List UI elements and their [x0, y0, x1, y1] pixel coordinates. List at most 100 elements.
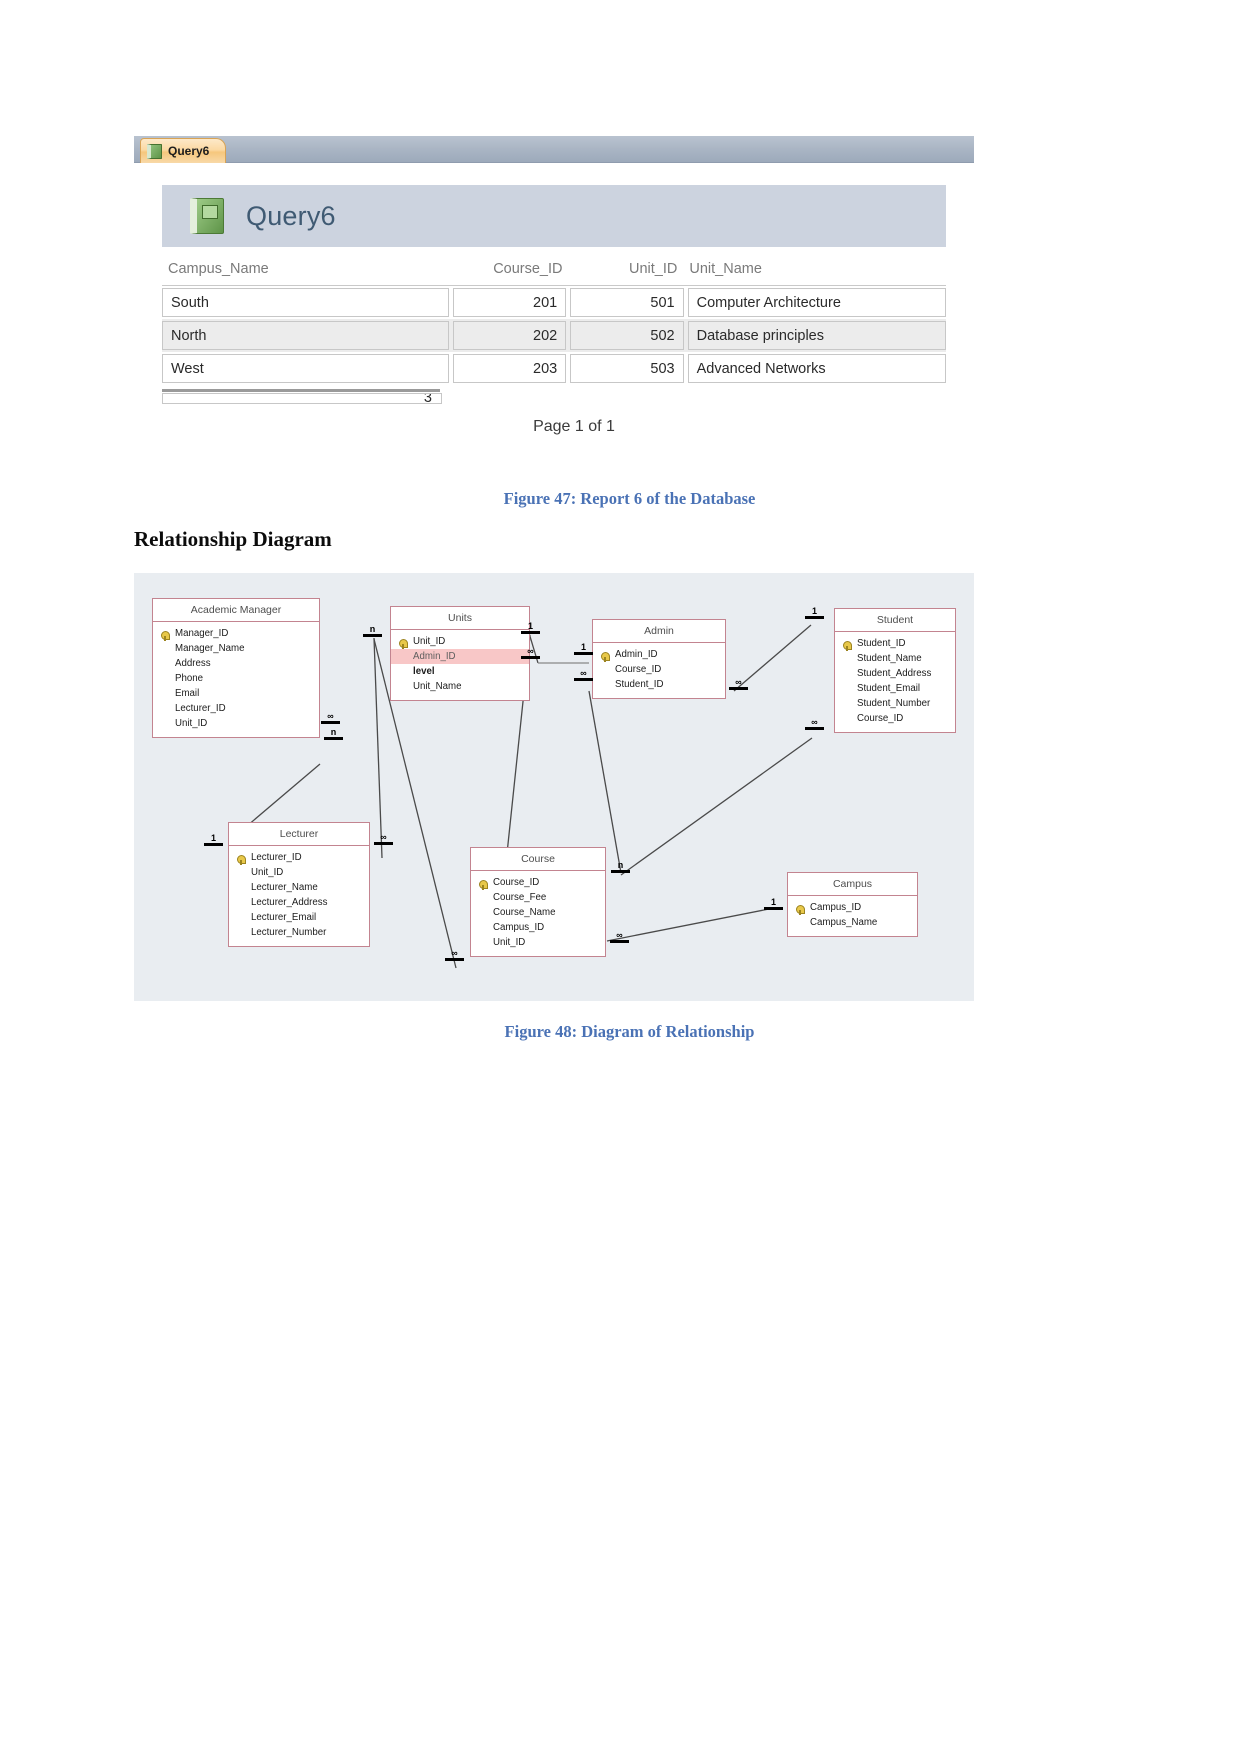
entity-fields: Manager_ID Manager_Name Address Phone Em…: [153, 622, 319, 737]
cell-campus-name: North: [162, 321, 449, 350]
entity-title: Student: [835, 609, 955, 632]
cardinality-course-top-n: n: [611, 861, 630, 873]
cardinality-manager-n: n: [324, 728, 343, 740]
cell-unit-id: 501: [570, 288, 684, 317]
entity-title: Academic Manager: [153, 599, 319, 622]
entity-fields: Lecturer_ID Unit_ID Lecturer_Name Lectur…: [229, 846, 369, 946]
tab-query6-label: Query6: [168, 144, 210, 158]
field-lecturer-email: Lecturer_Email: [251, 912, 317, 923]
field-unit-id: Unit_ID: [175, 718, 208, 729]
field-student-address: Student_Address: [857, 668, 932, 679]
cardinality-campus-one: 1: [764, 898, 783, 910]
entity-fields: Admin_ID Course_ID Student_ID: [593, 643, 725, 698]
tab-query6[interactable]: Query6: [140, 138, 227, 163]
cardinality-student-lower-infinity: ∞: [805, 718, 824, 730]
cell-campus-name: West: [162, 354, 449, 383]
cell-unit-name: Advanced Networks: [687, 354, 946, 383]
field-unit-id: Unit_ID: [493, 937, 526, 948]
cell-unit-name: Computer Architecture: [687, 288, 946, 317]
entity-academic-manager[interactable]: Academic Manager Manager_ID Manager_Name…: [152, 598, 320, 738]
cell-course-id: 202: [452, 321, 567, 350]
cardinality-manager-infinity: ∞: [321, 712, 340, 724]
field-student-name: Student_Name: [857, 653, 922, 664]
report-icon: [147, 143, 162, 159]
field-manager-name: Manager_Name: [175, 643, 245, 654]
report-body: Query6 Campus_Name Course_ID Unit_ID Uni…: [134, 163, 974, 436]
section-heading-relationship-diagram: Relationship Diagram: [134, 527, 332, 551]
cell-unit-id: 503: [570, 354, 684, 383]
entity-admin[interactable]: Admin Admin_ID Course_ID Student_ID: [592, 619, 726, 699]
report-title: Query6: [246, 200, 336, 231]
field-campus-id: Campus_ID: [493, 922, 545, 933]
field-lecturer-id: Lecturer_ID: [175, 703, 226, 714]
entity-fields: Student_ID Student_Name Student_Address …: [835, 632, 955, 732]
field-manager-id: Manager_ID: [153, 626, 319, 641]
field-level: level: [413, 666, 435, 677]
field-course-id: Course_ID: [857, 713, 904, 724]
report-column-headers: Campus_Name Course_ID Unit_ID Unit_Name: [162, 247, 946, 286]
entity-fields: Course_ID Course_Fee Course_Name Campus_…: [471, 871, 605, 956]
field-student-id: Student_ID: [615, 679, 664, 690]
cell-course-id: 203: [452, 354, 567, 383]
column-header-unit-name: Unit_Name: [689, 261, 762, 277]
field-student-email: Student_Email: [857, 683, 921, 694]
entity-course[interactable]: Course Course_ID Course_Fee Course_Name …: [470, 847, 606, 957]
cardinality-lecturer-right-infinity: ∞: [374, 833, 393, 845]
field-course-id: Course_ID: [615, 664, 662, 675]
field-address: Address: [175, 658, 211, 669]
cardinality-student-upper-one: 1: [805, 607, 824, 619]
access-report-screenshot: Query6 Query6 Campus_Name Course_ID Unit…: [134, 136, 974, 436]
cardinality-admin-left-infinity: ∞: [574, 669, 593, 681]
field-course-id: Course_ID: [471, 875, 605, 890]
cell-course-id: 201: [452, 288, 567, 317]
column-header-campus-name: Campus_Name: [168, 261, 269, 277]
entity-lecturer[interactable]: Lecturer Lecturer_ID Unit_ID Lecturer_Na…: [228, 822, 370, 947]
entity-title: Lecturer: [229, 823, 369, 846]
field-admin-id: Admin_ID: [593, 647, 725, 662]
report-header: Query6: [162, 185, 946, 247]
report-large-icon: [190, 198, 224, 234]
entity-units[interactable]: Units Unit_ID Admin_ID level Unit_Name: [390, 606, 530, 701]
entity-title: Admin: [593, 620, 725, 643]
field-admin-id[interactable]: Admin_ID: [391, 649, 529, 664]
field-unit-id: Unit_ID: [251, 867, 284, 878]
relationship-diagram-canvas: Academic Manager Manager_ID Manager_Name…: [134, 573, 974, 1001]
cell-campus-name: South: [162, 288, 449, 317]
cardinality-course-right-infinity: ∞: [610, 931, 629, 943]
figure-47-caption: Figure 47: Report 6 of the Database: [503, 489, 756, 508]
tab-strip: Query6: [134, 136, 974, 163]
cardinality-units-left-n: n: [363, 625, 382, 637]
entity-student[interactable]: Student Student_ID Student_Name Student_…: [834, 608, 956, 733]
page-footer: Page 1 of 1: [533, 418, 615, 435]
entity-title: Course: [471, 848, 605, 871]
field-lecturer-name: Lecturer_Name: [251, 882, 318, 893]
cardinality-course-left-infinity: ∞: [445, 949, 464, 961]
field-lecturer-id: Lecturer_ID: [229, 850, 369, 865]
cardinality-admin-left-one: 1: [574, 643, 593, 655]
entity-title: Units: [391, 607, 529, 630]
field-campus-id: Campus_ID: [788, 900, 917, 915]
table-row[interactable]: South 201 501 Computer Architecture: [162, 286, 946, 319]
cardinality-units-right-one: 1: [521, 622, 540, 634]
table-row[interactable]: North 202 502 Database principles: [162, 319, 946, 352]
column-header-course-id: Course_ID: [493, 261, 563, 277]
field-student-number: Student_Number: [857, 698, 931, 709]
entity-title: Campus: [788, 873, 917, 896]
table-row[interactable]: West 203 503 Advanced Networks: [162, 352, 946, 385]
field-email: Email: [175, 688, 200, 699]
field-lecturer-number: Lecturer_Number: [251, 927, 327, 938]
cardinality-student-upper-infinity: ∞: [729, 678, 748, 690]
cardinality-units-right-infinity: ∞: [521, 647, 540, 659]
field-course-fee: Course_Fee: [493, 892, 547, 903]
field-campus-name: Campus_Name: [810, 917, 878, 928]
row-divider: [162, 389, 440, 392]
figure-48-caption: Figure 48: Diagram of Relationship: [504, 1022, 755, 1041]
field-phone: Phone: [175, 673, 204, 684]
entity-fields: Unit_ID Admin_ID level Unit_Name: [391, 630, 529, 700]
field-unit-name: Unit_Name: [413, 681, 462, 692]
field-lecturer-address: Lecturer_Address: [251, 897, 328, 908]
entity-campus[interactable]: Campus Campus_ID Campus_Name: [787, 872, 918, 937]
cell-unit-name: Database principles: [687, 321, 946, 350]
cardinality-lecturer-one: 1: [204, 834, 223, 846]
entity-fields: Campus_ID Campus_Name: [788, 896, 917, 936]
